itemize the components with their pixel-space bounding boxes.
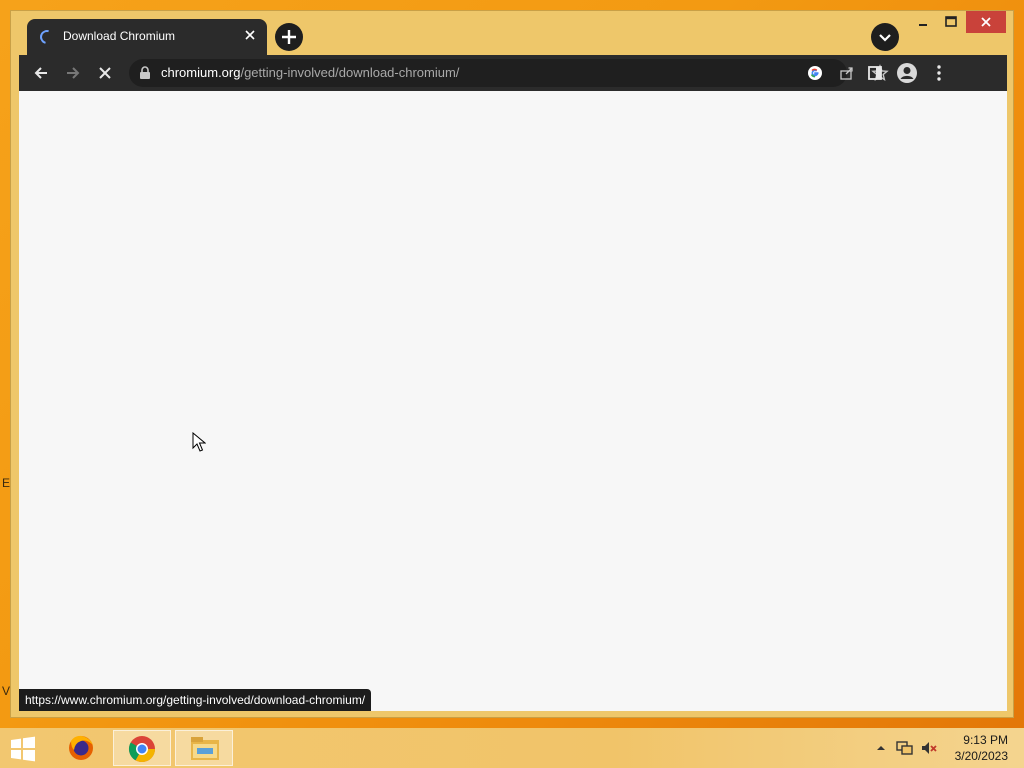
taskbar-clock[interactable]: 9:13 PM 3/20/2023: [955, 732, 1008, 764]
minimize-button[interactable]: [911, 11, 935, 33]
taskbar-app-firefox[interactable]: [52, 730, 110, 766]
new-tab-button[interactable]: [275, 23, 303, 51]
desktop: E V Download Chromium chromium.org/getti…: [0, 0, 1024, 768]
lock-icon: [140, 66, 150, 79]
windows-logo-icon: [11, 736, 35, 762]
address-bar[interactable]: chromium.org/getting-involved/download-c…: [129, 59, 889, 87]
browser-titlebar[interactable]: Download Chromium: [11, 11, 1013, 55]
clock-time: 9:13 PM: [963, 733, 1008, 747]
mouse-pointer-icon: [192, 432, 206, 452]
taskbar-app-file-explorer[interactable]: [175, 730, 233, 766]
arrow-left-icon: [34, 67, 47, 79]
taskbar: 9:13 PM 3/20/2023: [0, 728, 1024, 768]
side-panel-button[interactable]: [861, 59, 889, 87]
minimize-icon: [919, 24, 927, 26]
plus-icon: [282, 30, 296, 44]
back-button[interactable]: [27, 59, 55, 87]
firefox-icon: [69, 735, 93, 760]
profile-button[interactable]: [893, 59, 921, 87]
share-icon[interactable]: [839, 65, 855, 81]
stop-icon: [99, 67, 111, 79]
url-path: /getting-involved/download-chromium/: [240, 65, 460, 80]
start-button[interactable]: [6, 734, 40, 764]
close-icon: [981, 17, 991, 27]
desktop-edge-letter: E: [2, 476, 11, 490]
close-icon: [245, 30, 255, 40]
tab-title: Download Chromium: [63, 29, 176, 43]
browser-window: Download Chromium chromium.org/getting-i…: [10, 10, 1014, 718]
google-icon[interactable]: [807, 65, 823, 81]
folder-icon: [191, 737, 219, 760]
system-tray: [872, 728, 942, 768]
taskbar-app-chrome[interactable]: [113, 730, 171, 766]
tab-download-chromium[interactable]: Download Chromium: [27, 19, 267, 55]
tab-close-button[interactable]: [241, 26, 259, 44]
window-close-button[interactable]: [966, 11, 1006, 33]
side-panel-icon: [868, 66, 882, 80]
show-hidden-icons-icon[interactable]: [876, 744, 886, 752]
clock-date: 3/20/2023: [954, 749, 1008, 763]
avatar-icon: [897, 63, 917, 83]
stop-loading-button[interactable]: [91, 59, 119, 87]
chevron-down-icon: [879, 34, 891, 42]
browser-toolbar: chromium.org/getting-involved/download-c…: [19, 55, 1007, 91]
url-host: chromium.org: [161, 65, 241, 80]
desktop-edge-letter: V: [2, 684, 11, 698]
chrome-icon: [128, 736, 156, 763]
network-icon[interactable]: [896, 740, 914, 756]
volume-muted-icon[interactable]: [920, 740, 938, 756]
maximize-icon: [945, 16, 957, 27]
url-text: chromium.org/getting-involved/download-c…: [161, 65, 459, 80]
link-status-bubble: https://www.chromium.org/getting-involve…: [19, 689, 372, 711]
menu-button[interactable]: [925, 59, 953, 87]
page-content[interactable]: https://www.chromium.org/getting-involve…: [19, 91, 1007, 711]
tab-search-button[interactable]: [871, 23, 899, 51]
kebab-menu-icon: [937, 65, 941, 81]
forward-button[interactable]: [59, 59, 87, 87]
arrow-right-icon: [67, 67, 80, 79]
loading-spinner-icon: [37, 27, 57, 47]
maximize-button[interactable]: [939, 11, 963, 33]
